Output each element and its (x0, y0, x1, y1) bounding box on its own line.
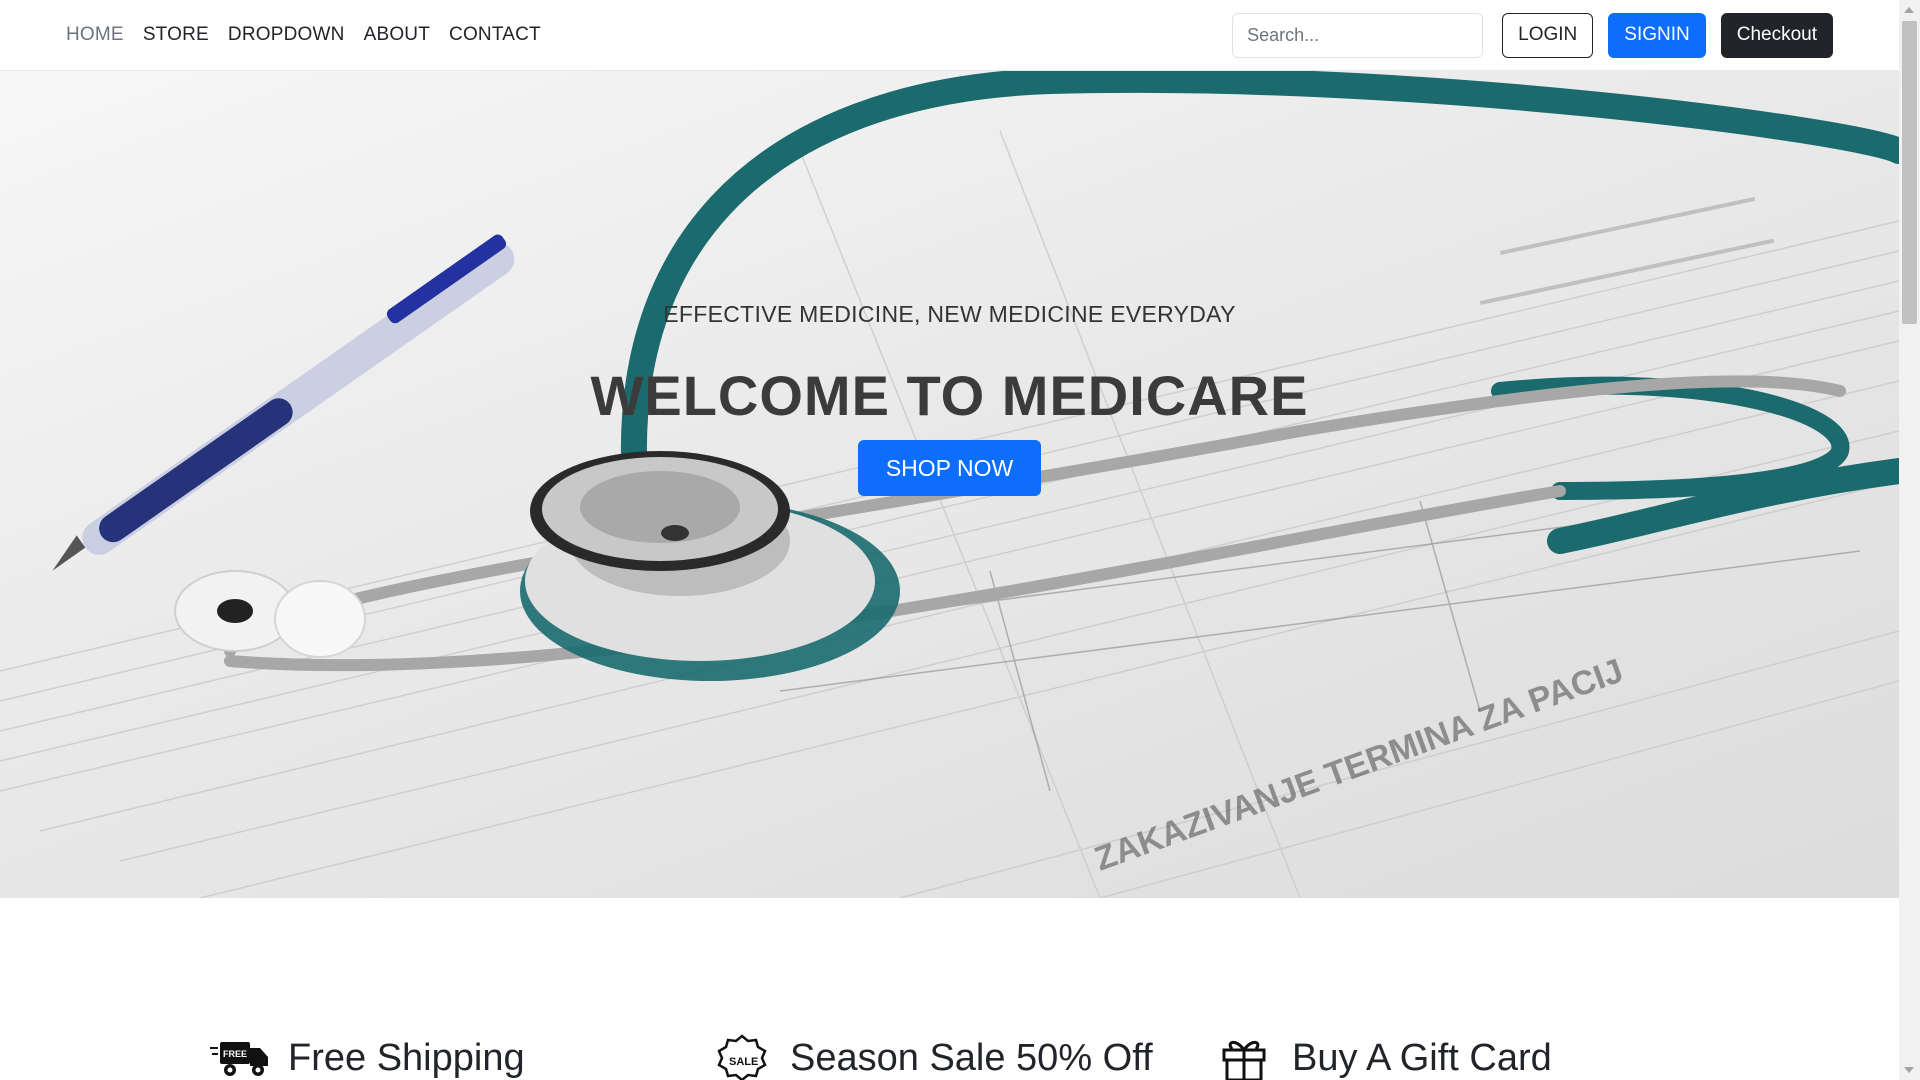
feature-label: Free Shipping (288, 1036, 525, 1079)
free-shipping-truck-icon: FREE (210, 1042, 268, 1076)
feature-label: Season Sale 50% Off (790, 1036, 1153, 1079)
nav-link-home[interactable]: HOME (66, 24, 124, 46)
scroll-down-arrow-icon[interactable] (1904, 1067, 1914, 1073)
hero-banner: ZAKAZIVANJE TERMINA ZA PACIJ EFFECTIVE M… (0, 71, 1899, 898)
nav-links: HOME STORE DROPDOWN ABOUT CONTACT (66, 24, 541, 46)
page-scrollbar[interactable] (1899, 0, 1920, 1080)
feature-label: Buy A Gift Card (1292, 1036, 1552, 1079)
nav-link-store[interactable]: STORE (143, 24, 209, 46)
hero-subtitle: EFFECTIVE MEDICINE, NEW MEDICINE EVERYDA… (663, 301, 1236, 327)
features-strip: FREE Free Shipping SALE Season Sale 50% … (0, 898, 1899, 1080)
login-button[interactable]: LOGIN (1502, 12, 1594, 58)
sale-badge-icon: SALE (717, 1034, 767, 1080)
nav-link-dropdown[interactable]: DROPDOWN (228, 24, 345, 46)
nav-actions: LOGIN SIGNIN Checkout (1232, 12, 1833, 58)
nav-link-about[interactable]: ABOUT (364, 24, 430, 46)
search-input[interactable] (1232, 12, 1484, 58)
svg-text:SALE: SALE (729, 1056, 758, 1068)
checkout-button[interactable]: Checkout (1720, 12, 1833, 58)
hero-title: WELCOME TO MEDICARE (590, 364, 1309, 427)
shop-now-button[interactable]: SHOP NOW (858, 440, 1041, 496)
feature-free-shipping: FREE Free Shipping (210, 1034, 525, 1080)
gift-icon (1222, 1040, 1266, 1080)
feature-gift-card: Buy A Gift Card (1214, 1034, 1552, 1080)
scroll-up-arrow-icon[interactable] (1904, 7, 1914, 13)
top-navbar: HOME STORE DROPDOWN ABOUT CONTACT LOGIN … (0, 0, 1899, 71)
signin-button[interactable]: SIGNIN (1608, 12, 1706, 58)
svg-text:ZAKAZIVANJE TERMINA ZA PACIJ: ZAKAZIVANJE TERMINA ZA PACIJ (1090, 652, 1628, 879)
feature-season-sale: SALE Season Sale 50% Off (712, 1034, 1153, 1080)
scrollbar-thumb[interactable] (1902, 21, 1917, 324)
page: HOME STORE DROPDOWN ABOUT CONTACT LOGIN … (0, 0, 1920, 1080)
nav-link-contact[interactable]: CONTACT (449, 24, 541, 46)
svg-text:FREE: FREE (223, 1049, 247, 1059)
